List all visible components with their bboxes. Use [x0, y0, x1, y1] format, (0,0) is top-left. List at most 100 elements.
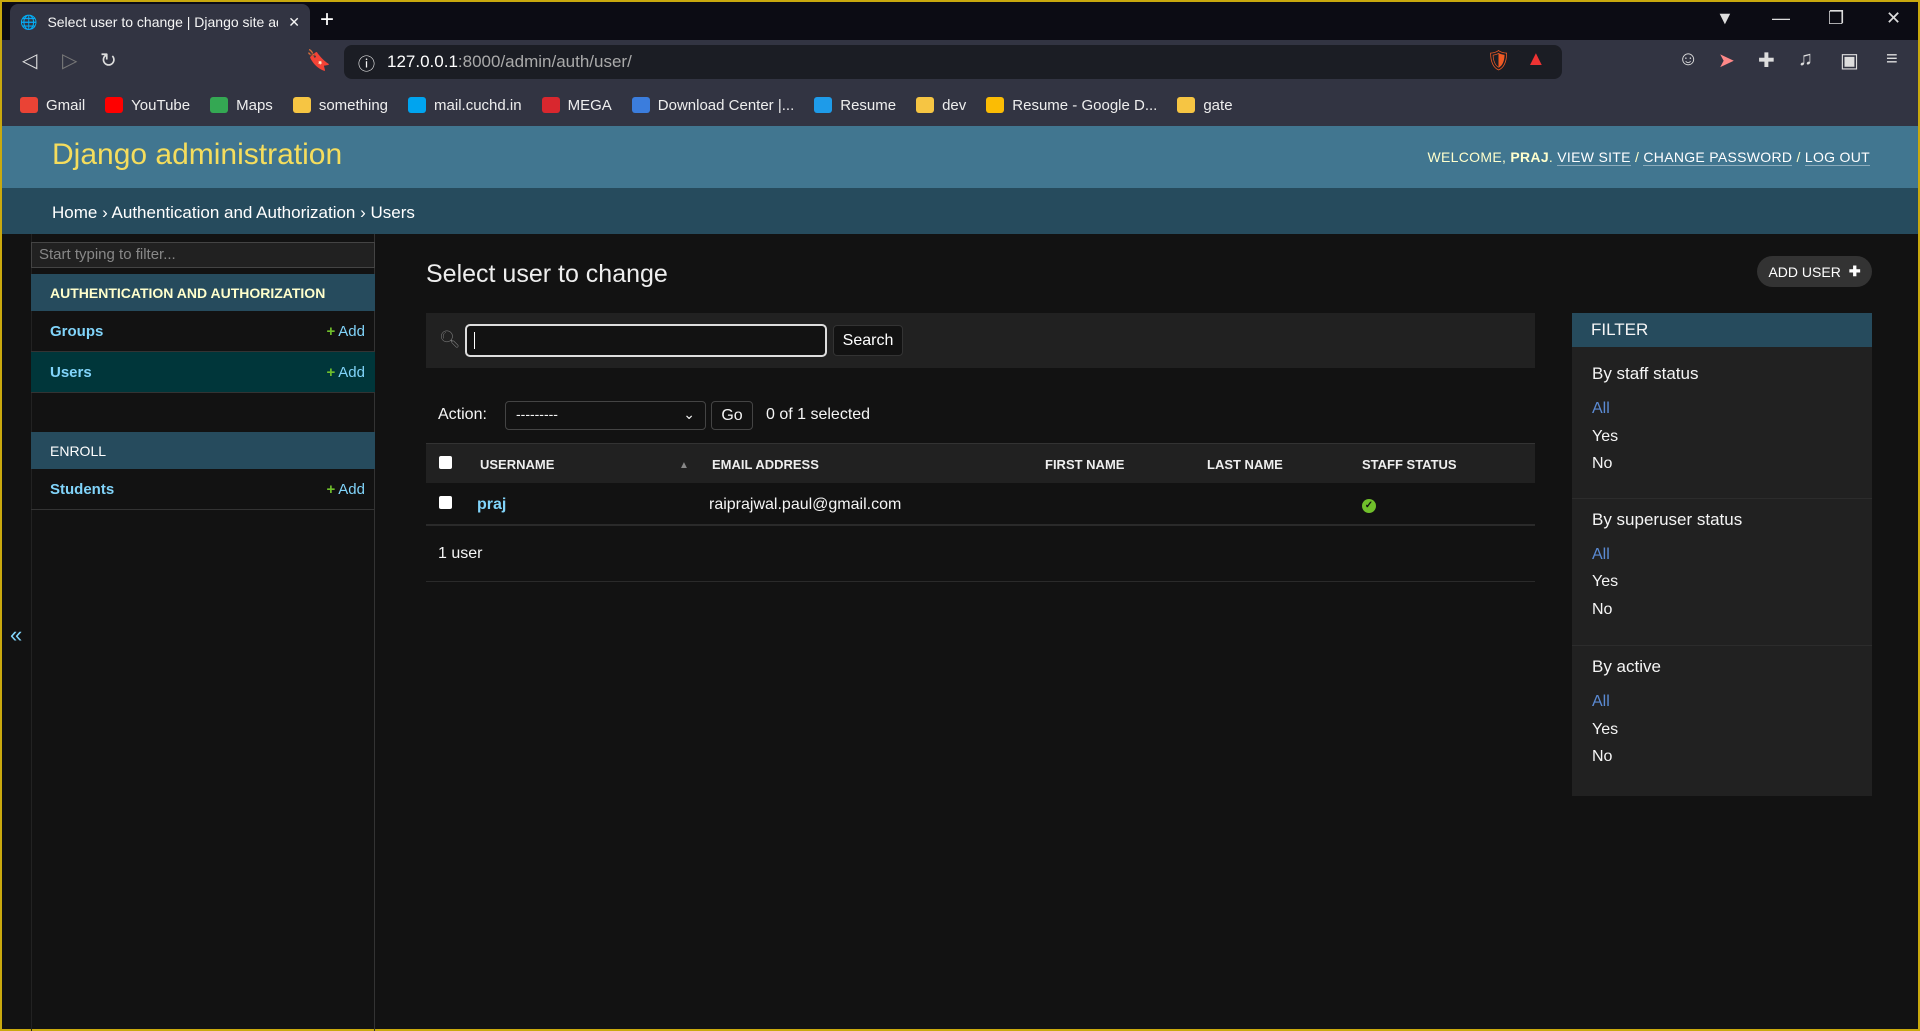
brave-rewards-icon[interactable]: ▲	[1526, 48, 1546, 71]
menu-icon[interactable]: ≡	[1886, 48, 1898, 71]
back-icon[interactable]: ◁	[22, 48, 37, 73]
reload-icon[interactable]: ↻	[100, 48, 117, 73]
module-auth-header[interactable]: AUTHENTICATION AND AUTHORIZATION	[31, 274, 375, 311]
address-bar[interactable]: ⓘ 127.0.0.1:8000/admin/auth/user/	[344, 45, 1562, 79]
bookmark-favicon-icon	[1177, 97, 1196, 113]
sidebar-item-groups[interactable]: Groups + Add	[31, 311, 375, 352]
username-link[interactable]: praj	[477, 496, 506, 514]
tab-title: Select user to change | Django site admi…	[47, 14, 278, 30]
users-link[interactable]: Users	[50, 364, 92, 381]
bookmark-favicon-icon	[20, 97, 38, 113]
bookmark-icon[interactable]: 🔖	[306, 48, 331, 73]
check-icon: ✓	[1362, 499, 1376, 513]
email-cell: raiprajwal.paul@gmail.com	[709, 496, 902, 513]
log-out-link[interactable]: LOG OUT	[1804, 149, 1870, 166]
restore-icon[interactable]: ❐	[1828, 8, 1844, 29]
filter-superuser-yes[interactable]: Yes	[1592, 573, 1618, 591]
divider	[1572, 645, 1872, 646]
filter-superuser-all[interactable]: All	[1592, 546, 1610, 564]
sidebar-filter-input[interactable]: Start typing to filter...	[31, 242, 375, 268]
breadcrumb-home[interactable]: Home	[52, 203, 97, 222]
bookmark-favicon-icon	[631, 97, 650, 113]
bookmark-item[interactable]: Download Center |...	[631, 97, 794, 114]
bookmark-item[interactable]: Resume	[814, 97, 896, 114]
tab-search-icon[interactable]: ▼	[1716, 8, 1734, 29]
view-site-link[interactable]: VIEW SITE	[1557, 149, 1631, 166]
action-value: ---------	[516, 406, 558, 422]
bookmark-label: YouTube	[131, 96, 191, 114]
browser-tab[interactable]: 🌐 Select user to change | Django site adm…	[10, 4, 310, 40]
add-user-label: ADD USER	[1768, 263, 1841, 280]
filter-active-no[interactable]: No	[1592, 748, 1612, 766]
add-groups-link[interactable]: + Add	[327, 323, 365, 340]
bookmark-item[interactable]: Gmail	[20, 97, 85, 114]
filter-staff-yes[interactable]: Yes	[1592, 428, 1618, 446]
breadcrumb-app[interactable]: Authentication and Authorization	[112, 203, 356, 222]
bookmark-favicon-icon	[916, 97, 935, 113]
divider	[426, 581, 1535, 582]
search-input[interactable]	[465, 324, 827, 357]
bookmark-item[interactable]: Maps	[210, 97, 273, 114]
collapse-sidebar-icon[interactable]: «	[10, 622, 22, 648]
result-count: 1 user	[438, 545, 483, 562]
new-tab-icon[interactable]: +	[320, 6, 334, 34]
select-all-checkbox[interactable]	[439, 456, 452, 469]
bookmark-item[interactable]: mail.cuchd.in	[408, 97, 522, 114]
column-first-name[interactable]: FIRST NAME	[1045, 457, 1124, 472]
wallet-icon[interactable]: ▣	[1840, 48, 1859, 73]
add-students-link[interactable]: + Add	[327, 481, 365, 498]
globe-icon: 🌐	[20, 13, 38, 30]
forward-icon[interactable]: ▷	[62, 48, 77, 73]
selection-counter: 0 of 1 selected	[766, 406, 871, 423]
extension-icon[interactable]: ➤	[1718, 48, 1735, 73]
filter-active-all[interactable]: All	[1592, 693, 1610, 711]
chevron-down-icon: ⌄	[683, 406, 695, 422]
action-select[interactable]: --------- ⌄	[505, 401, 706, 430]
filter-active-yes[interactable]: Yes	[1592, 721, 1618, 739]
search-button[interactable]: Search	[833, 325, 903, 356]
column-last-name[interactable]: LAST NAME	[1207, 457, 1283, 472]
plus-icon: ✚	[1848, 263, 1861, 279]
column-staff-status[interactable]: STAFF STATUS	[1362, 457, 1457, 472]
bookmark-item[interactable]: gate	[1177, 96, 1233, 114]
bookmark-item[interactable]: MEGA	[541, 96, 612, 114]
go-button[interactable]: Go	[711, 401, 753, 430]
students-link[interactable]: Students	[50, 481, 114, 498]
close-tab-icon[interactable]: ✕	[288, 14, 300, 31]
column-username[interactable]: USERNAME	[480, 457, 554, 472]
sidebar-item-students[interactable]: Students + Add	[31, 469, 375, 510]
change-password-link[interactable]: CHANGE PASSWORD	[1643, 149, 1793, 166]
row-checkbox[interactable]	[439, 496, 452, 509]
bookmark-label: MEGA	[567, 96, 612, 114]
close-window-icon[interactable]: ✕	[1886, 8, 1901, 29]
bookmark-item[interactable]: Resume - Google D...	[986, 97, 1157, 114]
add-user-button[interactable]: ADD USER ✚	[1757, 256, 1872, 287]
add-label: Add	[338, 480, 365, 498]
bookmark-label: gate	[1203, 96, 1233, 114]
bookmark-favicon-icon	[986, 97, 1005, 113]
bookmark-item[interactable]: something	[292, 96, 389, 114]
extension-avatar-icon[interactable]: ☺	[1678, 48, 1698, 71]
sidebar-item-users[interactable]: Users + Add	[31, 352, 375, 393]
bookmark-item[interactable]: dev	[916, 97, 966, 114]
minimize-icon[interactable]: —	[1772, 8, 1790, 29]
filter-staff-no[interactable]: No	[1592, 455, 1612, 473]
filter-staff-all[interactable]: All	[1592, 400, 1610, 418]
plus-icon: +	[326, 322, 336, 340]
media-icon[interactable]: ♫	[1798, 48, 1813, 71]
module-enroll-header[interactable]: ENROLL	[31, 432, 375, 469]
groups-link[interactable]: Groups	[50, 323, 103, 340]
site-brand[interactable]: Django administration	[52, 138, 342, 172]
bookmark-label: Maps	[236, 96, 273, 114]
bookmark-item[interactable]: YouTube	[105, 97, 190, 114]
filter-superuser-title: By superuser status	[1592, 510, 1743, 529]
bookmark-favicon-icon	[541, 97, 560, 113]
brave-shield-icon[interactable]: 🛡	[1486, 48, 1511, 73]
column-email[interactable]: EMAIL ADDRESS	[712, 457, 819, 472]
plus-icon: +	[326, 480, 336, 498]
puzzle-icon[interactable]: ✚	[1758, 48, 1775, 73]
add-users-link[interactable]: + Add	[327, 364, 365, 381]
filter-superuser-no[interactable]: No	[1592, 601, 1612, 619]
sort-ascending-icon[interactable]: ▲	[679, 460, 689, 471]
bookmark-label: something	[318, 96, 389, 114]
